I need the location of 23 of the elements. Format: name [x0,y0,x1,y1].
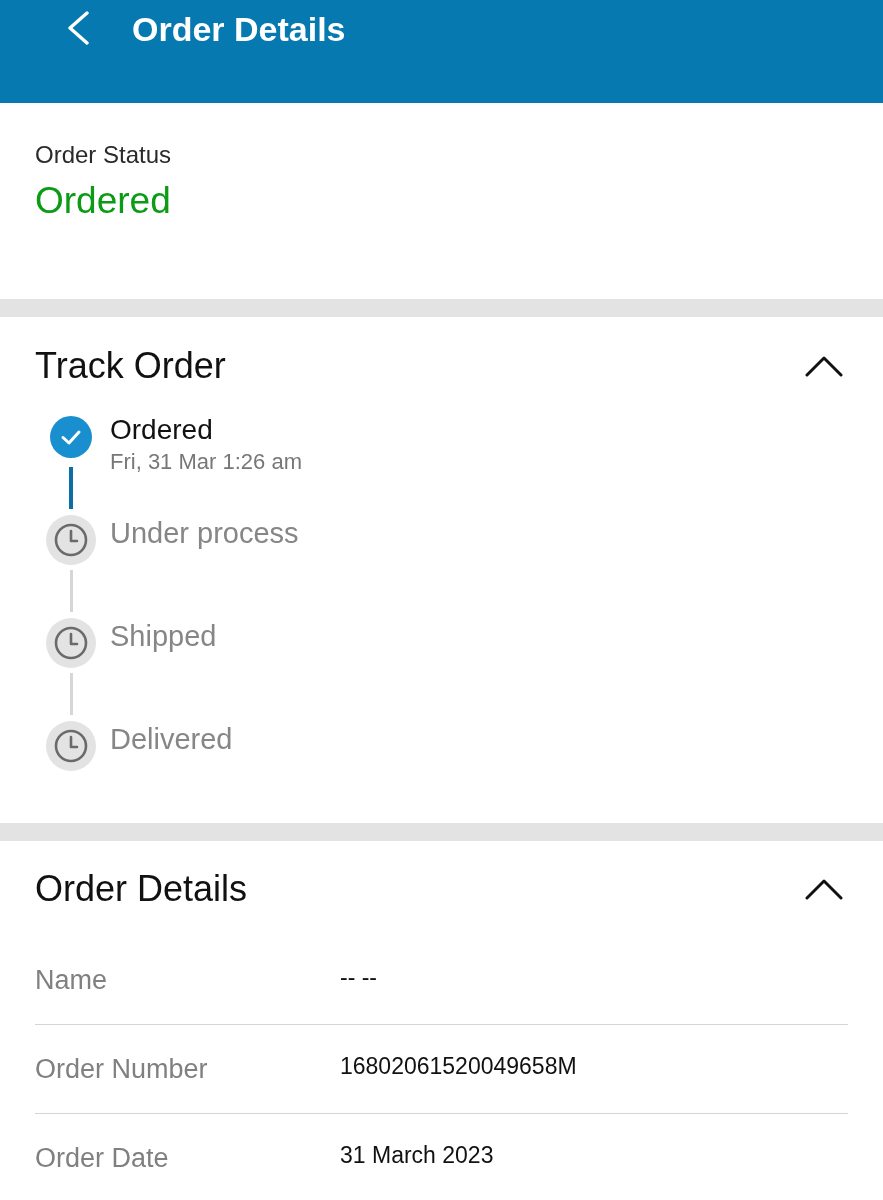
field-value: 31 March 2023 [340,1141,494,1169]
field-label: Order Date [35,1144,170,1172]
connector-line [69,673,73,715]
section-title: Track Order [35,345,226,387]
step-time: Fri, 31 Mar 1:26 am [110,448,302,476]
collapse-button[interactable] [805,354,843,378]
step-label: Under process [110,516,299,550]
collapse-button[interactable] [805,877,843,901]
status-value: Ordered [35,179,172,223]
chevron-left-icon [66,11,90,45]
section-title: Order Details [35,868,248,910]
field-label: Order Number [35,1055,209,1083]
step-label: Shipped [110,619,217,653]
field-value: -- -- [340,963,378,991]
connector-line [69,570,73,612]
page-title: Order Details [132,9,346,49]
step-label: Ordered [110,413,214,447]
status-label: Order Status [35,140,173,170]
field-label: Name [35,966,109,994]
chevron-up-icon [805,354,843,378]
chevron-up-icon [805,877,843,901]
field-value: 16802061520049658M [340,1052,577,1080]
step-label: Delivered [110,722,233,756]
